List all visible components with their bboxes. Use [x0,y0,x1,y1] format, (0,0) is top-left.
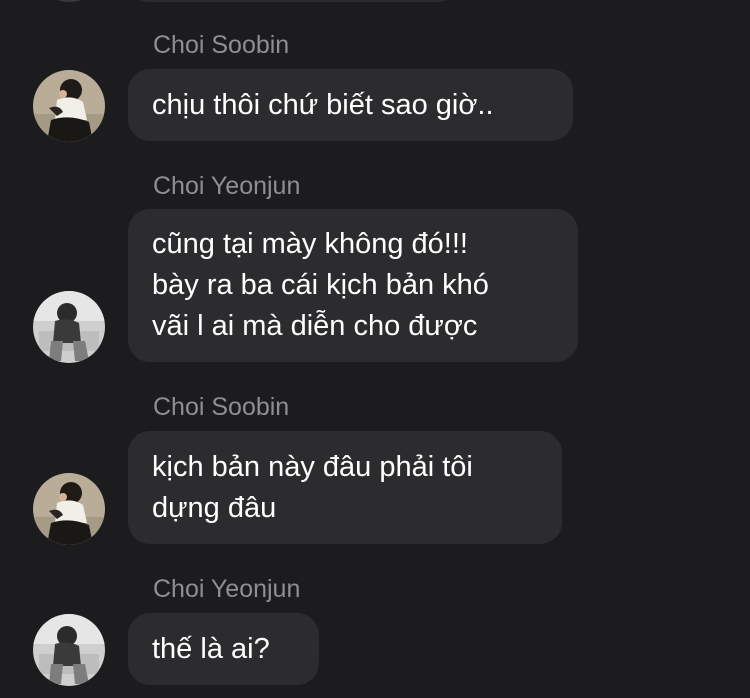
message-bubble[interactable]: thế là ai? [128,613,319,685]
message-bubble[interactable]: kịch bản này đâu phải tôi dựng đâu [128,431,562,544]
chat-thread: Choi Soobin chịu thôi chứ biết sao giờ..… [0,0,750,698]
soobin-avatar[interactable] [33,70,105,142]
soobin-avatar[interactable] [33,473,105,545]
previous-message-bubble[interactable] [128,0,458,2]
sender-name: Choi Yeonjun [153,172,301,200]
message-text: vãi l ai mà diễn cho được [152,310,478,342]
message-bubble[interactable]: chịu thôi chứ biết sao giờ.. [128,69,573,141]
sender-name: Choi Soobin [153,393,290,421]
sender-name: Choi Soobin [153,31,290,59]
message-text: bày ra ba cái kịch bản khó [152,269,489,301]
message-text: kịch bản này đâu phải tôi [152,450,473,483]
message-text: dựng đâu [152,491,277,524]
yeonjun-avatar[interactable] [33,614,105,686]
message-text: thế là ai? [152,632,270,665]
message-text: chịu thôi chứ biết sao giờ.. [152,88,494,121]
message-bubble[interactable]: cũng tại mày không đó!!! bày ra ba cái k… [128,209,578,362]
message-text: cũng tại mày không đó!!! [152,228,468,260]
sender-name: Choi Yeonjun [153,575,301,603]
previous-avatar [33,0,105,2]
yeonjun-avatar[interactable] [33,291,105,363]
